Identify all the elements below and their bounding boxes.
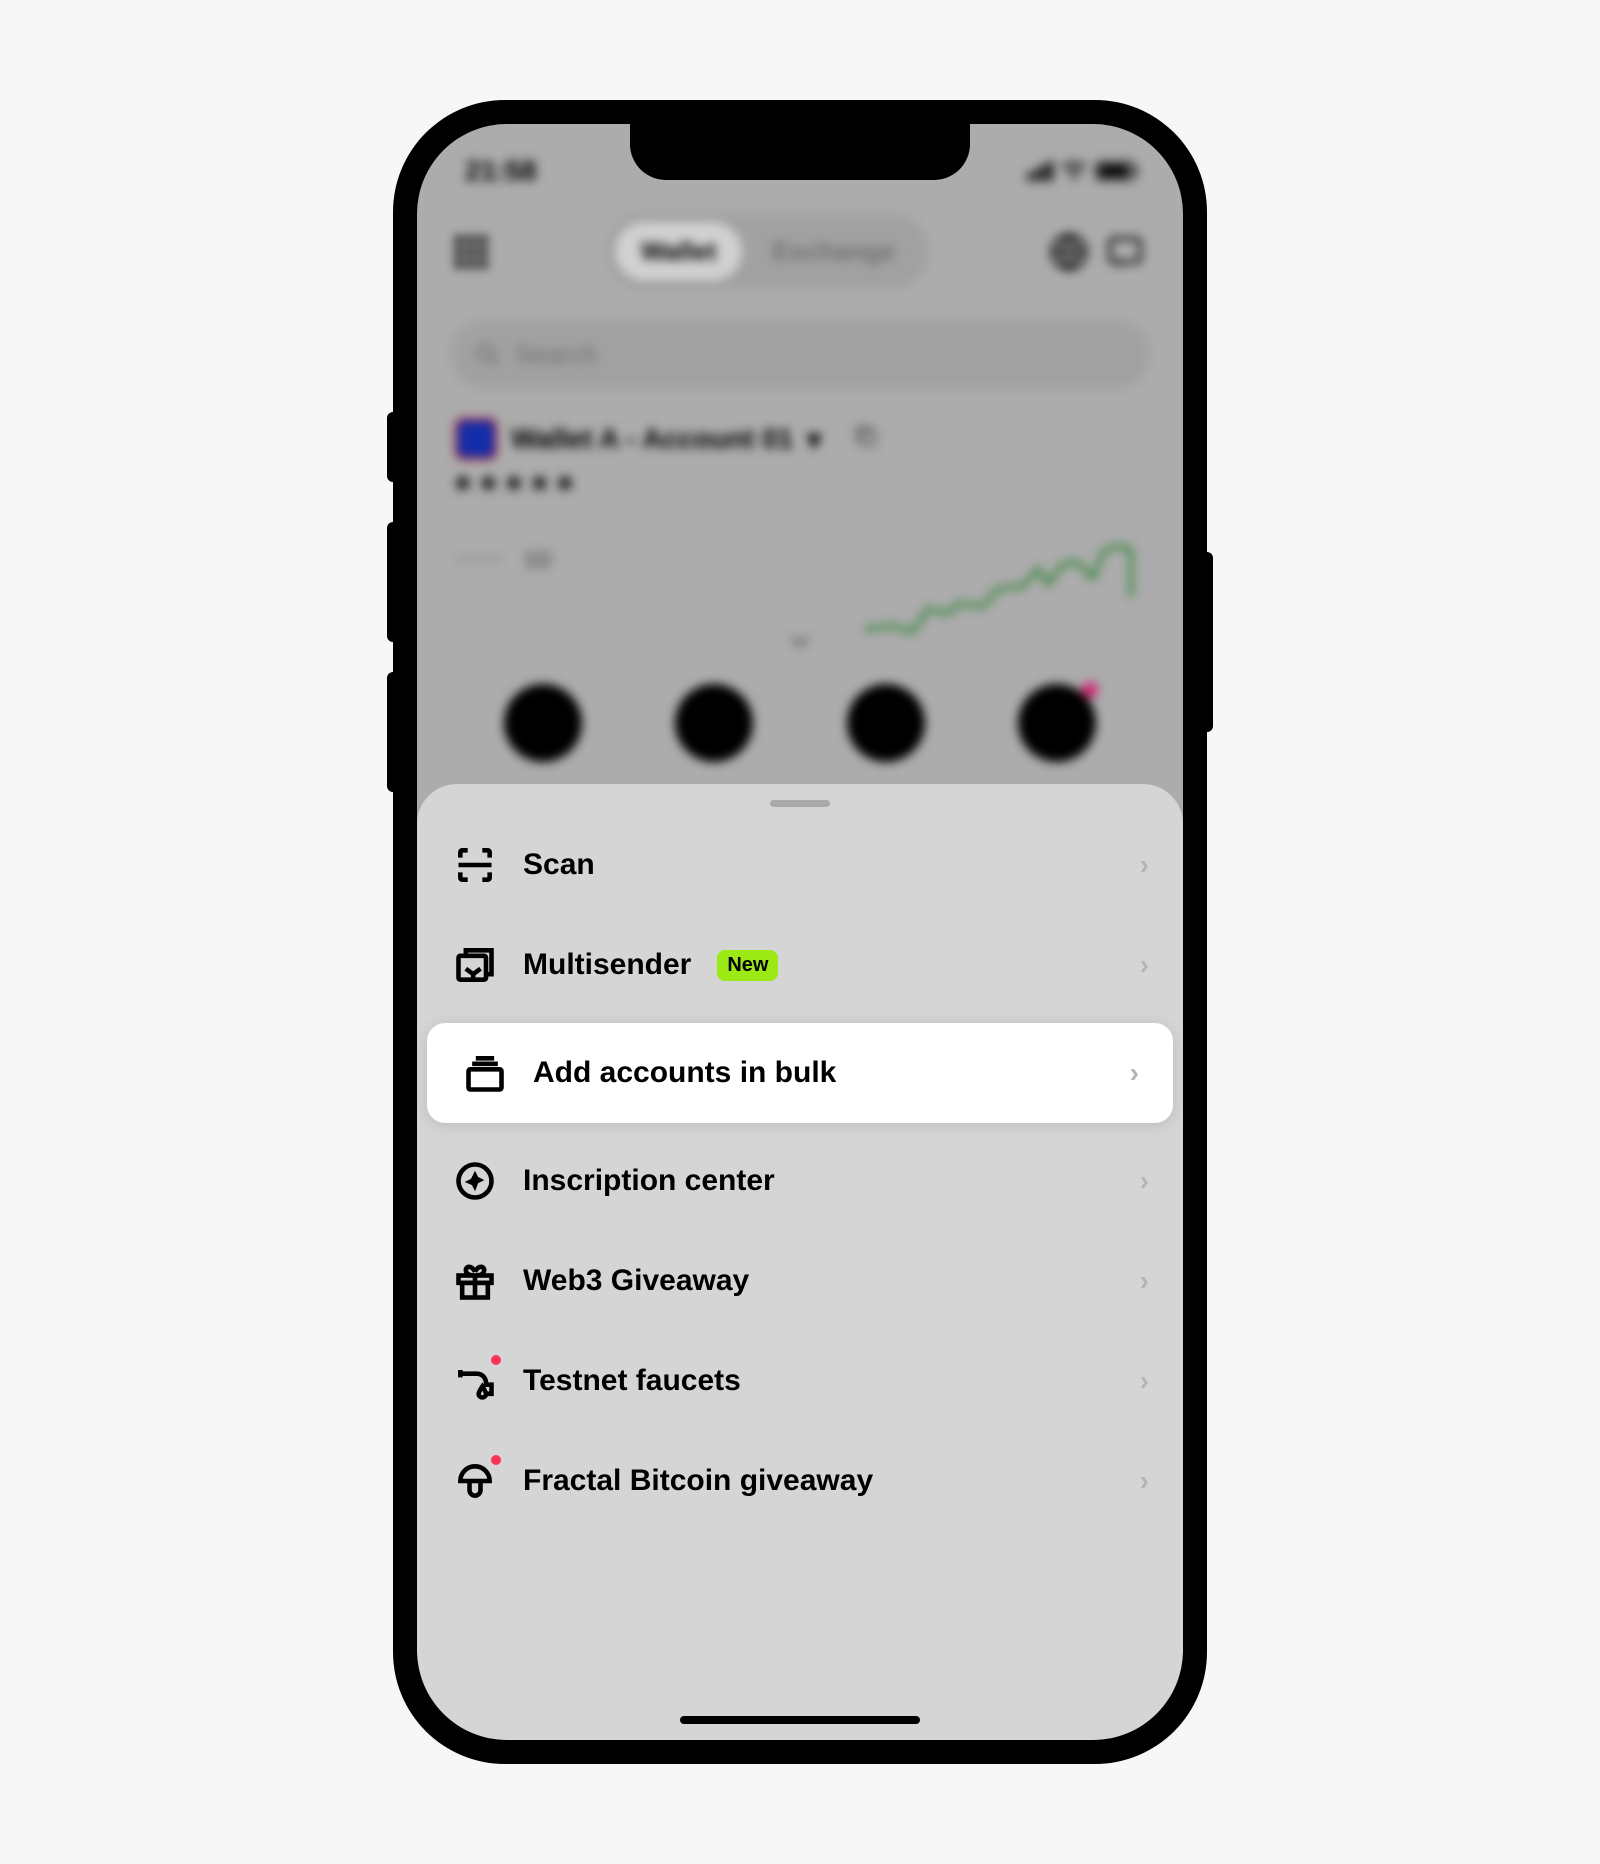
- chevron-right-icon: ›: [1140, 1165, 1149, 1197]
- chevron-right-icon: ›: [1130, 1057, 1139, 1089]
- notification-dot: [491, 1355, 501, 1365]
- chevron-right-icon: ›: [1140, 1265, 1149, 1297]
- action-more-button[interactable]: [1018, 684, 1096, 762]
- search-placeholder: Search: [515, 339, 597, 370]
- multisender-icon: [453, 943, 497, 987]
- wifi-icon: [1061, 161, 1087, 181]
- menu-item-label: Multisender: [523, 948, 691, 982]
- action-buttons-row: [417, 654, 1183, 762]
- chevron-right-icon: ›: [1140, 1465, 1149, 1497]
- phone-vol-down: [387, 672, 395, 792]
- notification-dot: [491, 1455, 501, 1465]
- balance-period[interactable]: 1D: [524, 547, 552, 573]
- sparkline-chart: [863, 534, 1143, 654]
- menu-item-label: Testnet faucets: [523, 1364, 741, 1398]
- balance-change-masked: ·····: [457, 547, 504, 573]
- menu-item-inscription-center[interactable]: Inscription center ›: [417, 1131, 1183, 1231]
- battery-icon: [1095, 161, 1135, 181]
- notification-dot: [1082, 682, 1098, 698]
- account-name: Wallet A - Account 01: [511, 423, 793, 455]
- chevron-right-icon: ›: [1140, 849, 1149, 881]
- menu-item-label: Fractal Bitcoin giveaway: [523, 1464, 873, 1498]
- scan-icon: [453, 843, 497, 887]
- menu-item-scan[interactable]: Scan ›: [417, 815, 1183, 915]
- new-badge: New: [717, 950, 778, 981]
- phone-power-button: [1205, 552, 1213, 732]
- menu-item-fractal-giveaway[interactable]: Fractal Bitcoin giveaway ›: [417, 1431, 1183, 1531]
- dropdown-caret-icon: ▾: [807, 423, 821, 456]
- bottom-sheet: Scan › Multisender New › Add accounts in…: [417, 784, 1183, 1740]
- copy-icon[interactable]: [853, 423, 879, 456]
- menu-item-label: Add accounts in bulk: [533, 1056, 836, 1090]
- search-input[interactable]: Search: [451, 321, 1149, 388]
- menu-item-label: Scan: [523, 848, 595, 882]
- sheet-drag-handle[interactable]: [770, 800, 830, 807]
- apps-grid-icon[interactable]: [455, 236, 487, 268]
- phone-mute-switch: [387, 412, 395, 482]
- action-send-button[interactable]: [504, 684, 582, 762]
- faucet-icon: [453, 1359, 497, 1403]
- balance-masked: *****: [417, 464, 1183, 517]
- phone-frame: 21:58 Wallet Exchange: [395, 102, 1205, 1762]
- tab-exchange[interactable]: Exchange: [746, 222, 921, 281]
- status-time: 21:58: [465, 155, 537, 187]
- tab-switcher: Wallet Exchange: [607, 214, 929, 289]
- phone-vol-up: [387, 522, 395, 642]
- sparkle-icon: [453, 1159, 497, 1203]
- account-avatar-icon: [455, 418, 497, 460]
- home-indicator[interactable]: [680, 1716, 920, 1724]
- chevron-right-icon: ›: [1140, 949, 1149, 981]
- action-swap-button[interactable]: [847, 684, 925, 762]
- action-add-button[interactable]: [675, 684, 753, 762]
- search-icon: [475, 342, 501, 368]
- tab-wallet[interactable]: Wallet: [615, 222, 743, 281]
- menu-item-add-accounts-bulk[interactable]: Add accounts in bulk ›: [427, 1023, 1173, 1123]
- mushroom-icon: [453, 1459, 497, 1503]
- menu-item-label: Web3 Giveaway: [523, 1264, 749, 1298]
- menu-item-multisender[interactable]: Multisender New ›: [417, 915, 1183, 1015]
- menu-item-testnet-faucets[interactable]: Testnet faucets ›: [417, 1331, 1183, 1431]
- top-toolbar: Wallet Exchange: [417, 194, 1183, 309]
- phone-notch: [630, 124, 970, 180]
- gift-icon: [453, 1259, 497, 1303]
- cellular-signal-icon: [1027, 161, 1053, 181]
- globe-icon[interactable]: [1049, 232, 1089, 272]
- account-selector[interactable]: Wallet A - Account 01 ▾: [417, 400, 1183, 464]
- menu-item-label: Inscription center: [523, 1164, 775, 1198]
- phone-screen: 21:58 Wallet Exchange: [417, 124, 1183, 1740]
- stack-icon: [463, 1051, 507, 1095]
- chevron-right-icon: ›: [1140, 1365, 1149, 1397]
- menu-item-web3-giveaway[interactable]: Web3 Giveaway ›: [417, 1231, 1183, 1331]
- chat-icon[interactable]: [1105, 232, 1145, 272]
